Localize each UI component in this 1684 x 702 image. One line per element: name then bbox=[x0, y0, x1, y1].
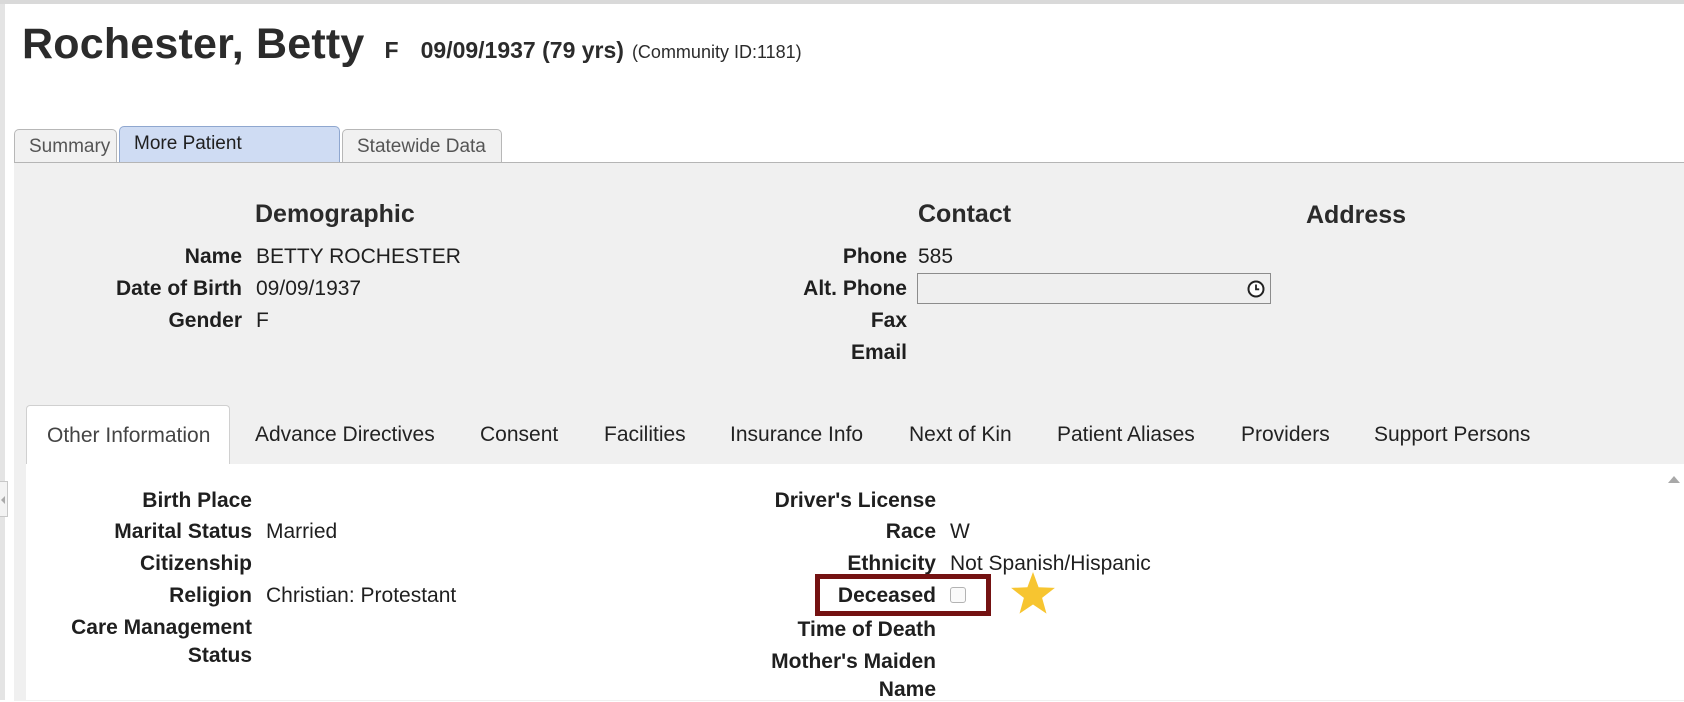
clock-icon[interactable] bbox=[1247, 280, 1265, 298]
ethnicity-label: Ethnicity bbox=[847, 552, 936, 575]
tab-support-persons[interactable]: Support Persons bbox=[1374, 405, 1530, 464]
tab-providers[interactable]: Providers bbox=[1241, 405, 1330, 464]
tab-consent[interactable]: Consent bbox=[480, 405, 558, 464]
phone-label: Phone bbox=[842, 245, 907, 268]
time-of-death-label: Time of Death bbox=[797, 618, 936, 641]
top-tab-bar: Summary More Patient Information Statewi… bbox=[14, 126, 504, 187]
race-value: W bbox=[950, 520, 970, 543]
deceased-label: Deceased bbox=[837, 584, 936, 607]
religion-value: Christian: Protestant bbox=[266, 584, 457, 607]
window-left-border bbox=[0, 4, 5, 700]
sidebar-collapse-handle[interactable] bbox=[0, 481, 8, 517]
tab-more-patient-information[interactable]: More Patient Information bbox=[119, 126, 340, 187]
tab-summary[interactable]: Summary bbox=[14, 129, 117, 163]
phone-value: 585 bbox=[918, 245, 954, 268]
mothers-maiden-name-label: Name bbox=[878, 678, 936, 701]
patient-gender: F bbox=[384, 37, 399, 63]
tab-advance-directives[interactable]: Advance Directives bbox=[255, 405, 435, 464]
citizenship-label: Citizenship bbox=[139, 552, 252, 575]
birth-place-label: Birth Place bbox=[142, 489, 252, 512]
mothers-maiden-label: Mother's Maiden bbox=[771, 650, 936, 673]
fax-label: Fax bbox=[870, 309, 907, 332]
gender-value: F bbox=[256, 309, 269, 332]
name-value: BETTY ROCHESTER bbox=[256, 245, 461, 268]
gender-label: Gender bbox=[168, 309, 242, 332]
demographic-title: Demographic bbox=[255, 200, 415, 228]
patient-dob-age: 09/09/1937 (79 yrs) bbox=[420, 37, 624, 63]
name-label: Name bbox=[184, 245, 242, 268]
contact-title: Contact bbox=[918, 200, 1012, 228]
drivers-license-label: Driver's License bbox=[774, 489, 936, 512]
email-label: Email bbox=[850, 341, 907, 364]
dob-value: 09/09/1937 bbox=[256, 277, 362, 300]
tab-patient-aliases[interactable]: Patient Aliases bbox=[1057, 405, 1195, 464]
race-label: Race bbox=[885, 520, 936, 543]
tab-facilities[interactable]: Facilities bbox=[604, 405, 686, 464]
patient-community-id: (Community ID:1181) bbox=[631, 42, 802, 62]
scroll-up-icon[interactable] bbox=[1668, 476, 1680, 483]
care-management-label: Care Management bbox=[71, 616, 252, 639]
star-icon bbox=[1011, 572, 1055, 614]
dob-label: Date of Birth bbox=[116, 277, 242, 300]
address-title: Address bbox=[1306, 201, 1407, 229]
patient-name: Rochester, Betty bbox=[22, 20, 365, 68]
marital-status-label: Marital Status bbox=[114, 520, 252, 543]
alt-phone-label: Alt. Phone bbox=[803, 277, 907, 300]
content-scrollbar[interactable] bbox=[1664, 464, 1684, 700]
marital-status-value: Married bbox=[266, 520, 338, 543]
deceased-checkbox[interactable] bbox=[950, 587, 966, 603]
care-management-status-label: Status bbox=[187, 644, 252, 667]
religion-label: Religion bbox=[169, 584, 252, 607]
patient-header: Rochester, Betty F 09/09/1937 (79 yrs) (… bbox=[22, 20, 802, 70]
tab-next-of-kin[interactable]: Next of Kin bbox=[909, 405, 1012, 464]
tab-insurance-info[interactable]: Insurance Info bbox=[730, 405, 863, 464]
window-top-border bbox=[0, 0, 1684, 4]
tab-other-information[interactable]: Other Information bbox=[26, 405, 230, 465]
tab-statewide-data[interactable]: Statewide Data bbox=[342, 129, 502, 163]
alt-phone-field[interactable] bbox=[917, 273, 1271, 304]
